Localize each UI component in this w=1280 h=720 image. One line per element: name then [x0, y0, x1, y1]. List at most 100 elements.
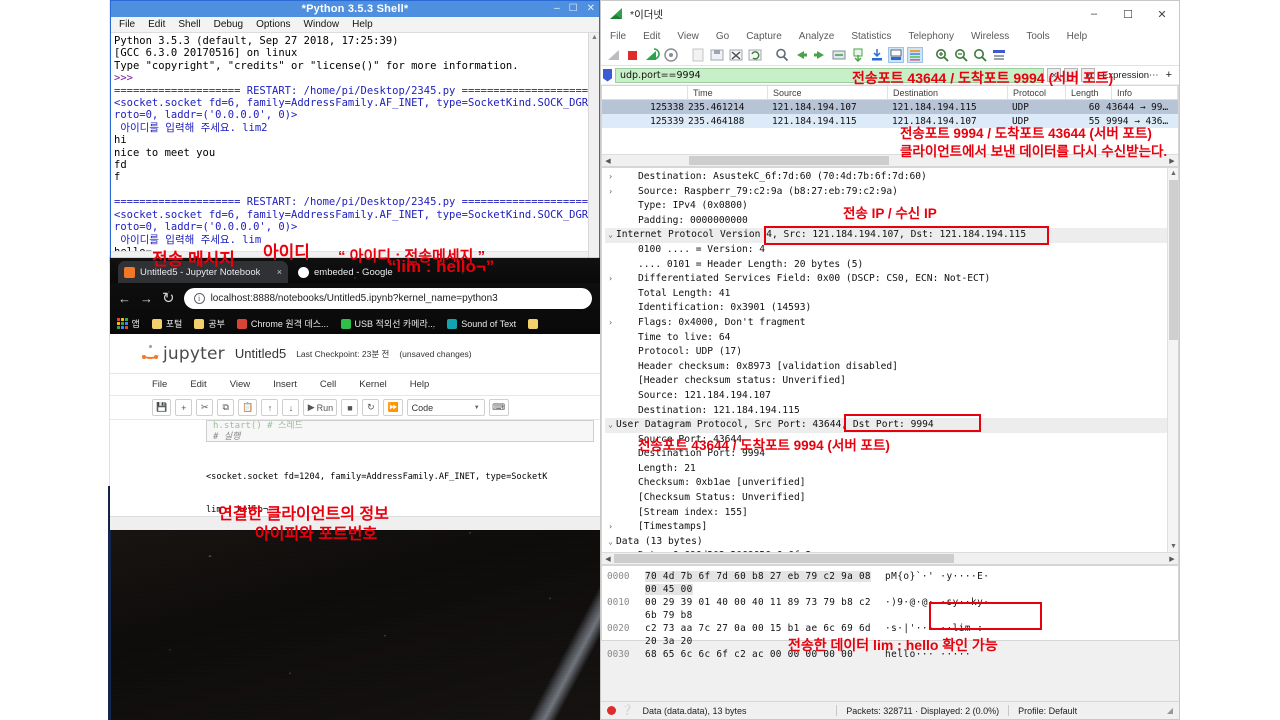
packet-detail-hscrollbar[interactable]: ◀ ▶ — [602, 552, 1178, 564]
wireshark-titlebar[interactable]: *이더넷 – ☐ ✕ — [601, 1, 1179, 27]
forward-icon[interactable]: → — [140, 291, 153, 306]
python-shell-titlebar[interactable]: *Python 3.5.3 Shell* – ☐ ✕ — [111, 1, 599, 17]
hexdump-row[interactable]: 0010 00 29 39 01 40 00 40 11 89 73 79 b8 … — [607, 596, 1178, 622]
detail-tree-row[interactable]: Time to live: 64 — [605, 331, 1178, 346]
notebook-name[interactable]: Untitled5 — [235, 346, 286, 361]
scroll-up-icon[interactable]: ▲ — [590, 33, 599, 42]
packet-bytes-pane[interactable]: 0000 70 4d 7b 6f 7d 60 b8 27 eb 79 c2 9a … — [601, 565, 1179, 660]
ws-menu-capture[interactable]: Capture — [746, 31, 782, 42]
detail-tree-row[interactable]: › Source: Raspberr_79:c2:9a (b8:27:eb:79:… — [605, 185, 1178, 200]
bookmark-chrome-remote[interactable]: Chrome 원격 데스... — [236, 317, 329, 330]
zoom-reset-icon[interactable] — [972, 47, 988, 63]
bookmark-sound-of-text[interactable]: Sound of Text — [447, 318, 516, 329]
browser-navbar[interactable]: ← → ↻ i localhost:8888/notebooks/Untitle… — [110, 283, 600, 313]
scroll-track[interactable] — [614, 554, 1166, 563]
detail-tree-row[interactable]: Checksum: 0xb1ae [unverified] — [605, 476, 1178, 491]
column-no[interactable] — [602, 86, 688, 99]
save-icon[interactable] — [709, 47, 725, 63]
detail-tree-row[interactable]: Header checksum: 0x8973 [validation disa… — [605, 360, 1178, 375]
python-shell-scrollbar[interactable]: ▲ — [588, 33, 599, 261]
detail-tree-row[interactable]: › [Timestamps] — [605, 520, 1178, 535]
copy-cell-button[interactable]: ⧉ — [217, 399, 235, 416]
chevron-down-icon[interactable]: ⌄ — [605, 535, 616, 550]
jupyter-logo[interactable]: jupyter — [142, 344, 225, 364]
scroll-thumb[interactable] — [614, 554, 954, 563]
menu-window[interactable]: Window — [304, 19, 340, 30]
menu-shell[interactable]: Shell — [178, 19, 200, 30]
bookmark-apps[interactable]: 앱 — [117, 317, 140, 330]
site-info-icon[interactable]: i — [193, 292, 205, 304]
close-icon[interactable]: × — [277, 267, 282, 277]
maximize-icon[interactable]: ☐ — [569, 4, 578, 14]
restart-capture-icon[interactable] — [644, 47, 660, 63]
detail-tree-row[interactable]: Identification: 0x3901 (14593) — [605, 301, 1178, 316]
scroll-left-icon[interactable]: ◀ — [602, 157, 614, 165]
zoom-in-icon[interactable] — [934, 47, 950, 63]
code-cell-input[interactable]: h.start() # 스레드 # 실행 — [206, 420, 594, 442]
autoscroll-icon[interactable] — [888, 47, 904, 63]
address-bar[interactable]: i localhost:8888/notebooks/Untitled5.ipy… — [183, 287, 592, 309]
detail-tree-row[interactable]: ⌄ Data (13 bytes) — [605, 535, 1178, 550]
zoom-out-icon[interactable] — [953, 47, 969, 63]
wireshark-window-controls[interactable]: – ☐ ✕ — [1077, 1, 1179, 27]
detail-tree-row[interactable]: › Destination: AsustekC_6f:7d:60 (70:4d:7… — [605, 170, 1178, 185]
menu-options[interactable]: Options — [256, 19, 290, 30]
python-shell-window-controls[interactable]: – ☐ ✕ — [554, 1, 595, 17]
python-shell-menubar[interactable]: File Edit Shell Debug Options Window Hel… — [111, 17, 599, 33]
menu-help[interactable]: Help — [352, 19, 373, 30]
cut-cell-button[interactable]: ✂ — [196, 399, 214, 416]
jupyter-menu-view[interactable]: View — [230, 379, 250, 390]
jupyter-menu-edit[interactable]: Edit — [190, 379, 206, 390]
detail-tree-row[interactable]: Total Length: 41 — [605, 287, 1178, 302]
go-to-packet-icon[interactable] — [831, 47, 847, 63]
bookmarks-bar[interactable]: 앱 포털 공부 Chrome 원격 데스... USB 적외선 카메라... S… — [110, 313, 600, 334]
insert-cell-button[interactable]: + — [175, 399, 193, 416]
chevron-right-icon[interactable]: › — [605, 520, 616, 535]
add-filter-button[interactable]: + — [1166, 69, 1177, 81]
wireshark-toolbar[interactable] — [601, 45, 1179, 66]
packet-list-header[interactable]: Time Source Destination Protocol Length … — [602, 86, 1178, 100]
ws-menu-telephony[interactable]: Telephony — [908, 31, 954, 42]
chevron-right-icon[interactable]: › — [605, 185, 616, 200]
chevron-down-icon[interactable]: ⌄ — [605, 418, 616, 433]
go-back-icon[interactable] — [793, 47, 809, 63]
close-icon[interactable]: ✕ — [587, 4, 595, 14]
scroll-thumb[interactable] — [689, 156, 889, 165]
back-icon[interactable]: ← — [118, 291, 131, 306]
jupyter-toolbar[interactable]: 💾 + ✂ ⧉ 📋 ↑ ↓ ▶ Run ■ ↻ ⏩ Code ▼ ⌨ — [110, 396, 600, 420]
chrome-browser-window[interactable]: Untitled5 - Jupyter Notebook × embeded -… — [110, 258, 600, 530]
scroll-right-icon[interactable]: ▶ — [1166, 555, 1178, 563]
filter-bookmark-icon[interactable] — [603, 68, 612, 82]
detail-tree-row[interactable]: Protocol: UDP (17) — [605, 345, 1178, 360]
go-first-packet-icon[interactable] — [850, 47, 866, 63]
bookmark-extra[interactable] — [528, 318, 539, 329]
menu-edit[interactable]: Edit — [148, 19, 165, 30]
ws-menu-tools[interactable]: Tools — [1026, 31, 1049, 42]
jupyter-menu-cell[interactable]: Cell — [320, 379, 336, 390]
ws-menu-help[interactable]: Help — [1067, 31, 1088, 42]
detail-tree-row[interactable]: [Checksum Status: Unverified] — [605, 491, 1178, 506]
resize-columns-icon[interactable] — [991, 47, 1007, 63]
jupyter-menu-insert[interactable]: Insert — [273, 379, 297, 390]
close-icon[interactable]: ✕ — [1145, 1, 1179, 27]
minimize-icon[interactable]: – — [554, 4, 560, 14]
wireshark-menubar[interactable]: File Edit View Go Capture Analyze Statis… — [601, 27, 1179, 45]
bookmark-usb-camera[interactable]: USB 적외선 카메라... — [340, 317, 435, 330]
bookmark-portal[interactable]: 포털 — [151, 317, 182, 330]
column-info[interactable]: Info — [1112, 86, 1178, 99]
command-palette-button[interactable]: ⌨ — [488, 399, 509, 416]
scroll-left-icon[interactable]: ◀ — [602, 555, 614, 563]
maximize-icon[interactable]: ☐ — [1111, 1, 1145, 27]
colorize-icon[interactable] — [907, 47, 923, 63]
jupyter-menu-kernel[interactable]: Kernel — [359, 379, 386, 390]
run-button[interactable]: ▶ Run — [303, 399, 338, 416]
python-shell-window[interactable]: *Python 3.5.3 Shell* – ☐ ✕ File Edit She… — [110, 0, 600, 262]
packet-detail-scrollbar[interactable]: ▲ ▼ — [1167, 168, 1178, 564]
move-cell-up-button[interactable]: ↑ — [261, 399, 279, 416]
chevron-right-icon[interactable]: › — [605, 170, 616, 185]
bookmark-study[interactable]: 공부 — [194, 317, 225, 330]
ws-menu-statistics[interactable]: Statistics — [851, 31, 891, 42]
detail-tree-row[interactable]: › Differentiated Services Field: 0x00 (DS… — [605, 272, 1178, 287]
jupyter-menu-file[interactable]: File — [152, 379, 167, 390]
ws-menu-go[interactable]: Go — [716, 31, 729, 42]
